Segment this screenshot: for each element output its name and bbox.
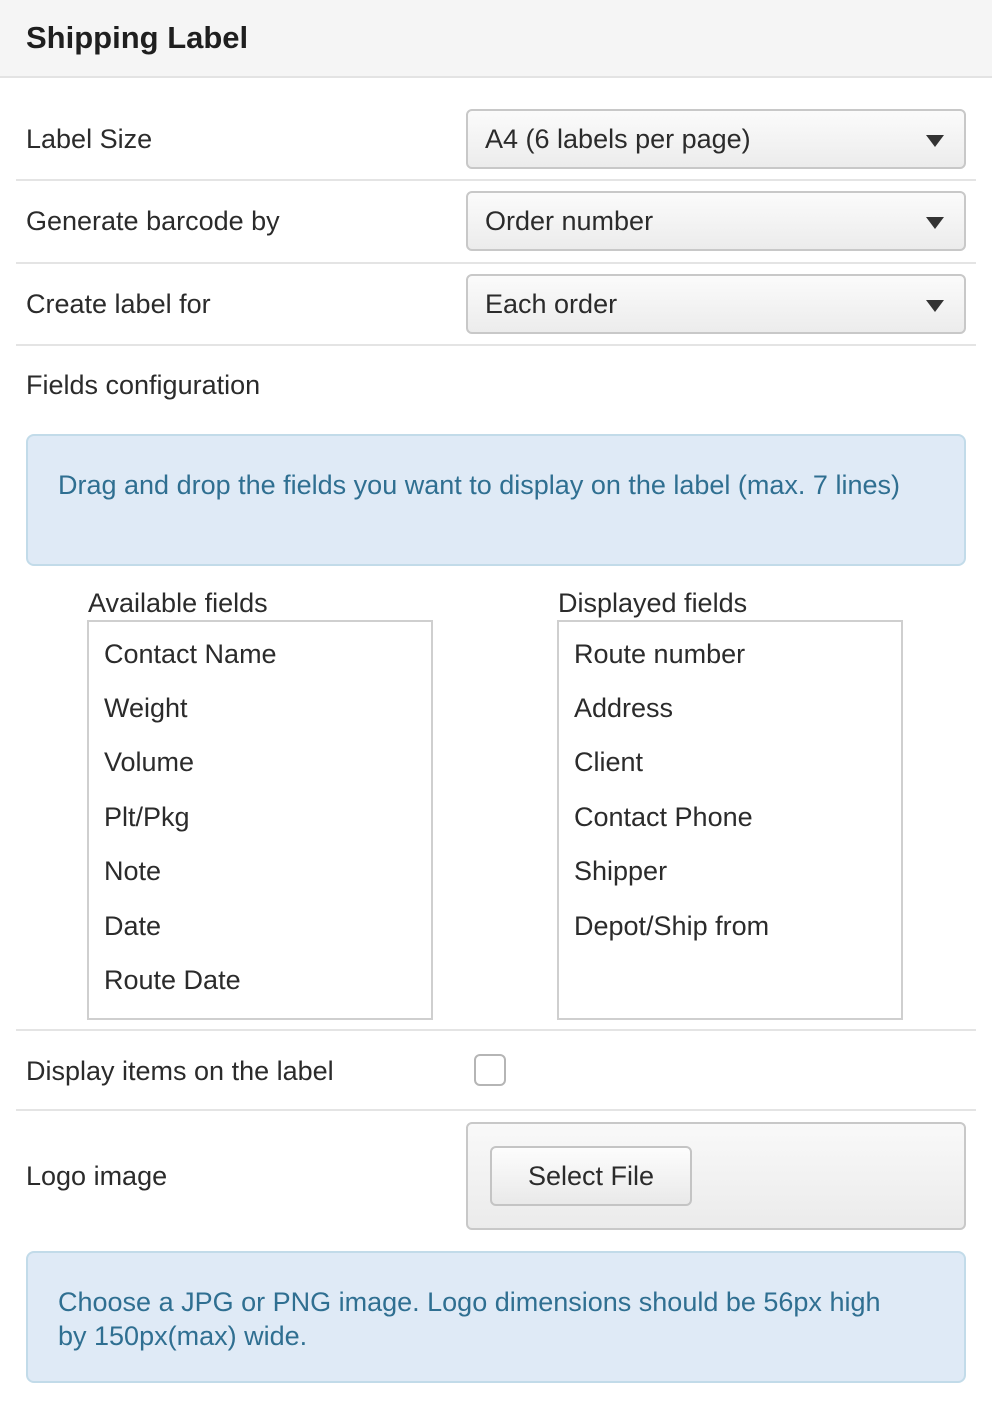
list-item[interactable]: Weight bbox=[104, 693, 188, 724]
create-for-label: Create label for bbox=[26, 289, 211, 319]
list-item[interactable]: Client bbox=[574, 747, 643, 778]
list-item[interactable]: Address bbox=[574, 693, 673, 724]
divider bbox=[16, 262, 976, 264]
fields-info-alert: Drag and drop the fields you want to dis… bbox=[26, 434, 966, 566]
list-item[interactable]: Shipper bbox=[574, 856, 667, 887]
caret-down-icon bbox=[926, 300, 944, 312]
display-items-label: Display items on the label bbox=[26, 1056, 334, 1086]
display-items-checkbox[interactable] bbox=[474, 1054, 506, 1086]
barcode-select[interactable]: Order number bbox=[466, 191, 966, 251]
divider bbox=[16, 1029, 976, 1031]
list-item[interactable]: Note bbox=[104, 856, 161, 887]
fields-config-label: Fields configuration bbox=[26, 370, 261, 400]
available-fields-list[interactable]: Contact Name Weight Volume Plt/Pkg Note … bbox=[87, 620, 433, 1020]
create-for-select[interactable]: Each order bbox=[466, 274, 966, 334]
list-item[interactable]: Route number bbox=[574, 639, 745, 670]
logo-info-text: Choose a JPG or PNG image. Logo dimensio… bbox=[58, 1287, 881, 1351]
caret-down-icon bbox=[926, 217, 944, 229]
divider bbox=[16, 179, 976, 181]
label-size-select[interactable]: A4 (6 labels per page) bbox=[466, 109, 966, 169]
label-size-label: Label Size bbox=[26, 124, 153, 154]
list-item[interactable]: Depot/Ship from bbox=[574, 911, 769, 942]
list-item[interactable]: Route Date bbox=[104, 965, 241, 996]
list-item[interactable]: Contact Name bbox=[104, 639, 277, 670]
fields-info-text: Drag and drop the fields you want to dis… bbox=[58, 470, 900, 500]
divider bbox=[16, 344, 976, 346]
list-item[interactable]: Date bbox=[104, 911, 161, 942]
barcode-value: Order number bbox=[485, 206, 654, 236]
barcode-label: Generate barcode by bbox=[26, 206, 280, 236]
create-for-value: Each order bbox=[485, 289, 618, 319]
available-fields-title: Available fields bbox=[88, 588, 268, 618]
divider bbox=[16, 1109, 976, 1111]
displayed-fields-list[interactable]: Route number Address Client Contact Phon… bbox=[557, 620, 903, 1020]
panel-header: Shipping Label bbox=[0, 0, 992, 78]
list-item[interactable]: Plt/Pkg bbox=[104, 802, 190, 833]
page-title: Shipping Label bbox=[26, 20, 249, 55]
list-item[interactable]: Volume bbox=[104, 747, 194, 778]
list-item[interactable]: Contact Phone bbox=[574, 802, 753, 833]
logo-image-label: Logo image bbox=[26, 1161, 168, 1191]
label-size-value: A4 (6 labels per page) bbox=[485, 124, 751, 154]
logo-info-alert: Choose a JPG or PNG image. Logo dimensio… bbox=[26, 1251, 966, 1383]
select-file-button[interactable]: Select File bbox=[490, 1146, 692, 1206]
caret-down-icon bbox=[926, 135, 944, 147]
logo-file-input: Select File bbox=[466, 1122, 966, 1230]
displayed-fields-title: Displayed fields bbox=[558, 588, 748, 618]
